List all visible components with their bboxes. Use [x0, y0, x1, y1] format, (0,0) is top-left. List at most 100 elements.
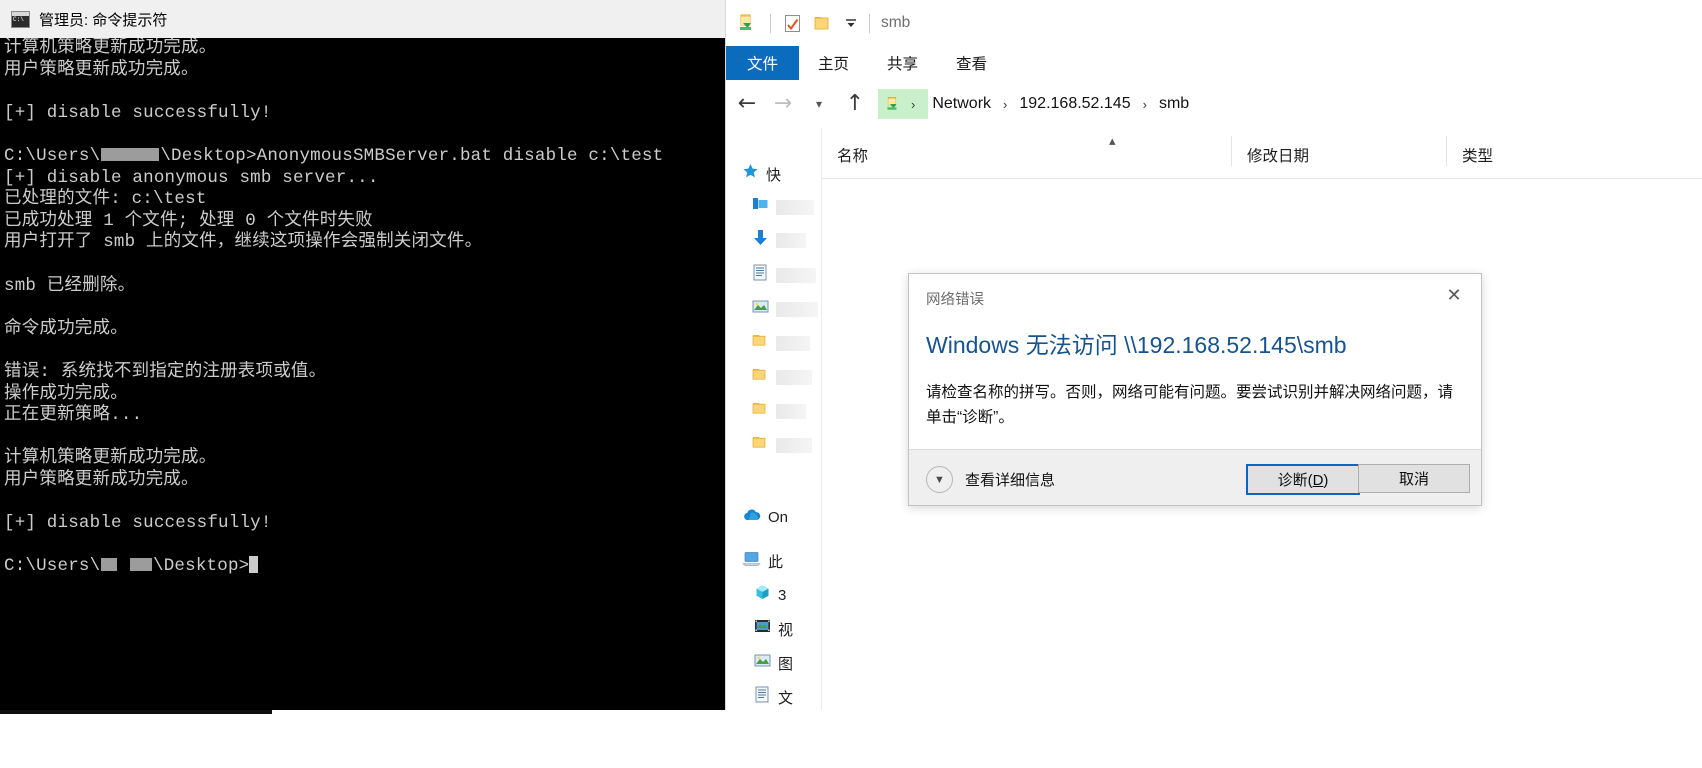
- sidebar-item-3[interactable]: [752, 264, 816, 286]
- sidebar-item-label-redacted: [776, 232, 806, 248]
- ribbon-tab-3[interactable]: 查看: [937, 46, 1006, 80]
- dialog-heading: Windows 无法访问 \\192.168.52.145\smb: [926, 332, 1347, 358]
- recent-locations-button[interactable]: ▾: [804, 89, 834, 119]
- taskbar-area: [0, 710, 725, 768]
- desktop-icon: [752, 196, 769, 218]
- network-error-dialog[interactable]: 网络错误 ✕ Windows 无法访问 \\192.168.52.145\smb…: [908, 273, 1482, 506]
- star-icon: [742, 163, 759, 185]
- folder-down-icon[interactable]: [737, 12, 759, 34]
- ribbon-tab-0[interactable]: 文件: [726, 46, 800, 80]
- forward-button[interactable]: →: [768, 89, 798, 119]
- breadcrumb-item-1[interactable]: 192.168.52.145: [1015, 95, 1134, 113]
- console-line: C:\Users\ \Desktop>: [0, 556, 725, 578]
- back-arrow-icon: ←: [737, 91, 757, 116]
- quick-access-toolbar[interactable]: smb: [737, 12, 910, 34]
- dialog-body: Windows 无法访问 \\192.168.52.145\smb 请检查名称的…: [909, 318, 1481, 449]
- column-divider[interactable]: [1231, 136, 1232, 166]
- sidebar-item-label: 视: [778, 621, 794, 639]
- pictures-icon: [754, 652, 771, 674]
- breadcrumb-root[interactable]: ›: [878, 89, 929, 119]
- new-folder-icon[interactable]: [812, 13, 832, 33]
- command-prompt-titlebar[interactable]: 管理员: 命令提示符: [0, 0, 725, 38]
- documents-icon: [754, 686, 771, 708]
- ribbon-tab-2[interactable]: 共享: [868, 46, 937, 80]
- console-line: 计算机策略更新成功完成。: [4, 38, 217, 58]
- sidebar-item-12[interactable]: 视: [754, 618, 793, 640]
- column-header-date[interactable]: 修改日期: [1247, 144, 1309, 166]
- column-header-bar[interactable]: ▴ 名称 修改日期 类型: [821, 128, 1702, 178]
- ribbon-tab-strip[interactable]: 文件 主页 共享 查看: [726, 46, 1702, 81]
- sidebar-item-10[interactable]: 此: [742, 550, 783, 572]
- view-details-expander[interactable]: ▼ 查看详细信息: [926, 466, 1055, 493]
- chevron-down-icon[interactable]: [844, 16, 858, 30]
- breadcrumb-separator[interactable]: ›: [903, 97, 923, 112]
- column-divider[interactable]: [1446, 136, 1447, 166]
- sidebar-item-label: 快: [766, 166, 782, 184]
- sidebar-item-1[interactable]: [752, 196, 814, 218]
- sidebar-item-label-redacted: [776, 267, 816, 283]
- sidebar-item-8[interactable]: [752, 434, 812, 456]
- breadcrumb-separator[interactable]: ›: [995, 97, 1015, 112]
- console-line: 正在更新策略...: [4, 405, 143, 426]
- folder-icon: [752, 332, 769, 354]
- sidebar-item-11[interactable]: 3: [754, 584, 786, 606]
- explorer-titlebar[interactable]: smb: [726, 0, 1702, 46]
- folder-icon: [752, 366, 769, 388]
- ribbon-tab-1[interactable]: 主页: [799, 46, 868, 80]
- back-button[interactable]: ←: [732, 89, 762, 119]
- sidebar-item-13[interactable]: 图: [754, 652, 793, 674]
- column-header-type[interactable]: 类型: [1462, 144, 1493, 166]
- taskbar-accent-line: [0, 710, 272, 714]
- breadcrumb-item-2[interactable]: smb: [1155, 95, 1193, 113]
- console-line: [+] disable anonymous smb server...: [4, 167, 379, 188]
- pictures-icon: [752, 298, 769, 320]
- dialog-caption: 网络错误: [926, 292, 984, 308]
- command-prompt-window[interactable]: 管理员: 命令提示符 计算机策略更新成功完成。用户策略更新成功完成。 [+] d…: [0, 0, 725, 768]
- forward-arrow-icon: →: [773, 91, 793, 116]
- close-icon[interactable]: ✕: [1433, 280, 1475, 310]
- sidebar-item-14[interactable]: 文: [754, 686, 793, 708]
- column-header-name[interactable]: 名称: [837, 144, 868, 166]
- properties-icon[interactable]: [782, 13, 803, 34]
- address-bar[interactable]: ← → ▾ ↑ › Network › 192.168.52.145 › smb: [726, 80, 1702, 128]
- console-line: [+] disable successfully!: [4, 102, 272, 123]
- console-line: 用户策略更新成功完成。: [4, 59, 199, 80]
- chevron-down-icon: ▾: [815, 97, 823, 111]
- explorer-window-title: smb: [881, 14, 911, 31]
- sidebar-item-label: On: [768, 508, 789, 526]
- diagnose-button[interactable]: 诊断(D): [1246, 464, 1360, 495]
- breadcrumb-item-0[interactable]: Network: [928, 95, 995, 113]
- sidebar-item-label-redacted: [776, 437, 812, 453]
- sidebar-item-5[interactable]: [752, 332, 810, 354]
- sidebar-item-0[interactable]: 快: [742, 163, 781, 185]
- cancel-button[interactable]: 取消: [1358, 464, 1470, 493]
- downloads-icon: [752, 229, 769, 251]
- documents-icon: [752, 264, 769, 286]
- collapse-ribbon-icon[interactable]: ▴: [1109, 133, 1116, 149]
- navigation-pane[interactable]: 快 On 此 3 视图文: [726, 128, 822, 710]
- sidebar-item-label: 此: [768, 553, 784, 571]
- sidebar-item-6[interactable]: [752, 366, 812, 388]
- up-button[interactable]: ↑: [840, 89, 870, 119]
- folder-down-icon: [885, 95, 903, 113]
- command-prompt-output[interactable]: 计算机策略更新成功完成。 用户策略更新成功完成。 [+] disable succ…: [0, 38, 725, 710]
- breadcrumb-separator[interactable]: ›: [1135, 97, 1155, 112]
- sidebar-item-4[interactable]: [752, 298, 818, 320]
- console-line: 命令成功完成。: [4, 318, 128, 339]
- sidebar-item-2[interactable]: [752, 229, 806, 251]
- sidebar-item-9[interactable]: On: [742, 506, 788, 528]
- videos-icon: [754, 618, 771, 640]
- onedrive-icon: [742, 507, 761, 527]
- sidebar-item-label-redacted: [776, 301, 818, 317]
- column-header-row[interactable]: ▴ 名称 修改日期 类型: [726, 128, 1702, 179]
- dialog-message: 请检查名称的拼写。否则，网络可能有问题。要尝试识别并解决网络问题，请单击“诊断”…: [926, 384, 1454, 426]
- sidebar-item-7[interactable]: [752, 400, 806, 422]
- console-line: 已处理的文件: c:\test: [4, 189, 207, 210]
- sidebar-item-label: 文: [778, 689, 794, 707]
- breadcrumb[interactable]: › Network › 192.168.52.145 › smb: [878, 89, 1702, 119]
